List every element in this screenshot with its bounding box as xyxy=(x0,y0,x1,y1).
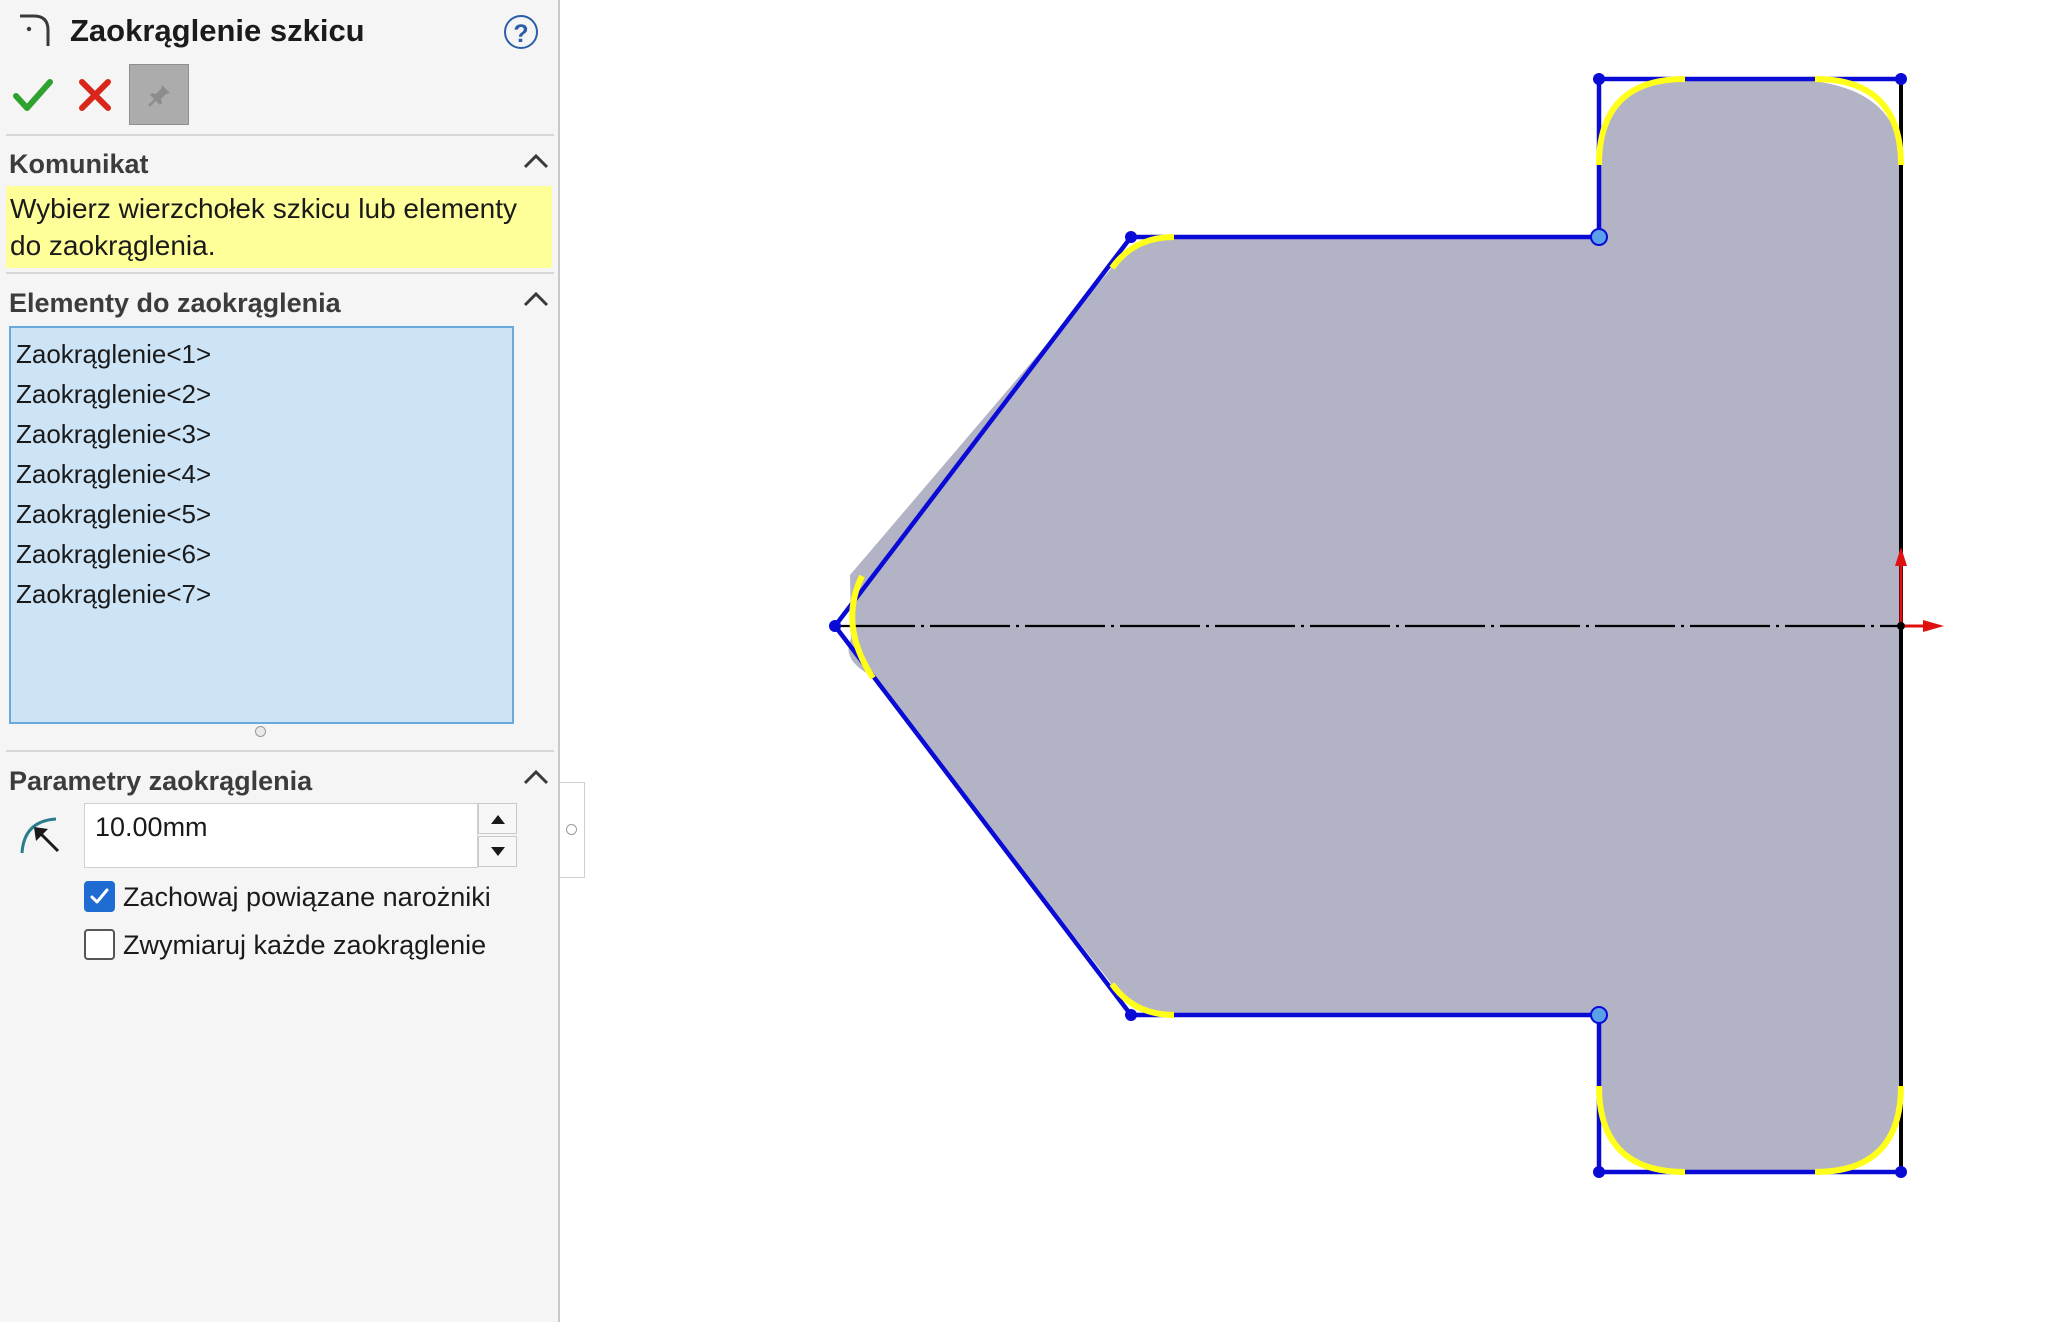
spin-down-button[interactable] xyxy=(478,836,517,867)
pushpin-icon xyxy=(148,85,170,107)
sketch-point xyxy=(829,620,841,632)
origin-icon[interactable] xyxy=(1895,547,1944,632)
sketch-canvas[interactable] xyxy=(562,0,2072,1322)
list-item[interactable]: Zaokrąglenie<4> xyxy=(11,454,512,494)
keep-visible-pin-button[interactable] xyxy=(129,64,189,125)
dimension-each-fillet-label[interactable]: Zwymiaruj każde zaokrąglenie xyxy=(123,930,486,961)
triangle-up-icon xyxy=(491,815,505,824)
message-text: Wybierz wierzchołek szkicu lub elementy … xyxy=(6,186,552,268)
divider xyxy=(6,134,554,136)
list-resize-handle[interactable] xyxy=(255,726,266,737)
keep-constrained-corners-checkbox[interactable] xyxy=(84,881,115,912)
divider xyxy=(6,750,554,752)
list-item[interactable]: Zaokrąglenie<6> xyxy=(11,534,512,574)
list-item[interactable]: Zaokrąglenie<5> xyxy=(11,494,512,534)
entities-section-header[interactable]: Elementy do zaokrąglenia xyxy=(9,288,341,319)
triangle-down-icon xyxy=(491,847,505,856)
chevron-up-icon[interactable] xyxy=(522,151,550,171)
keep-constrained-corners-label[interactable]: Zachowaj powiązane narożniki xyxy=(123,882,491,913)
help-button[interactable]: ? xyxy=(504,15,538,49)
message-section-header[interactable]: Komunikat xyxy=(9,149,149,180)
cancel-x-icon[interactable] xyxy=(76,76,114,114)
dimension-each-fillet-checkbox[interactable] xyxy=(84,929,115,960)
parameters-section-header[interactable]: Parametry zaokrąglenia xyxy=(9,766,312,797)
constraint-point xyxy=(1590,228,1608,246)
sketch-point xyxy=(1125,1009,1137,1021)
list-item[interactable]: Zaokrąglenie<2> xyxy=(11,374,512,414)
list-item[interactable]: Zaokrąglenie<3> xyxy=(11,414,512,454)
chevron-up-icon[interactable] xyxy=(522,767,550,787)
sketch-point xyxy=(1593,73,1605,85)
fillet-radius-icon xyxy=(20,817,60,854)
list-item[interactable]: Zaokrąglenie<7> xyxy=(11,574,512,614)
sketch-point xyxy=(1895,73,1907,85)
list-item[interactable]: Zaokrąglenie<1> xyxy=(11,334,512,374)
ok-checkmark-icon[interactable] xyxy=(12,74,54,116)
divider xyxy=(6,272,554,274)
spin-up-button[interactable] xyxy=(478,803,517,834)
panel-title: Zaokrąglenie szkicu xyxy=(70,13,365,48)
graphics-area[interactable] xyxy=(562,0,2072,1322)
constraint-point xyxy=(1590,1006,1608,1024)
checkmark-icon xyxy=(90,888,109,904)
sketch-fillet-icon xyxy=(20,14,50,46)
entities-list[interactable]: Zaokrąglenie<1> Zaokrąglenie<2> Zaokrągl… xyxy=(9,326,514,724)
sketch-point xyxy=(1125,231,1137,243)
sketch-point xyxy=(1593,1166,1605,1178)
sketch-point xyxy=(1895,1166,1907,1178)
radius-input[interactable] xyxy=(84,803,478,868)
property-manager-panel: Zaokrąglenie szkicu ? Komunikat Wybierz … xyxy=(0,0,560,1322)
chevron-up-icon[interactable] xyxy=(522,289,550,309)
